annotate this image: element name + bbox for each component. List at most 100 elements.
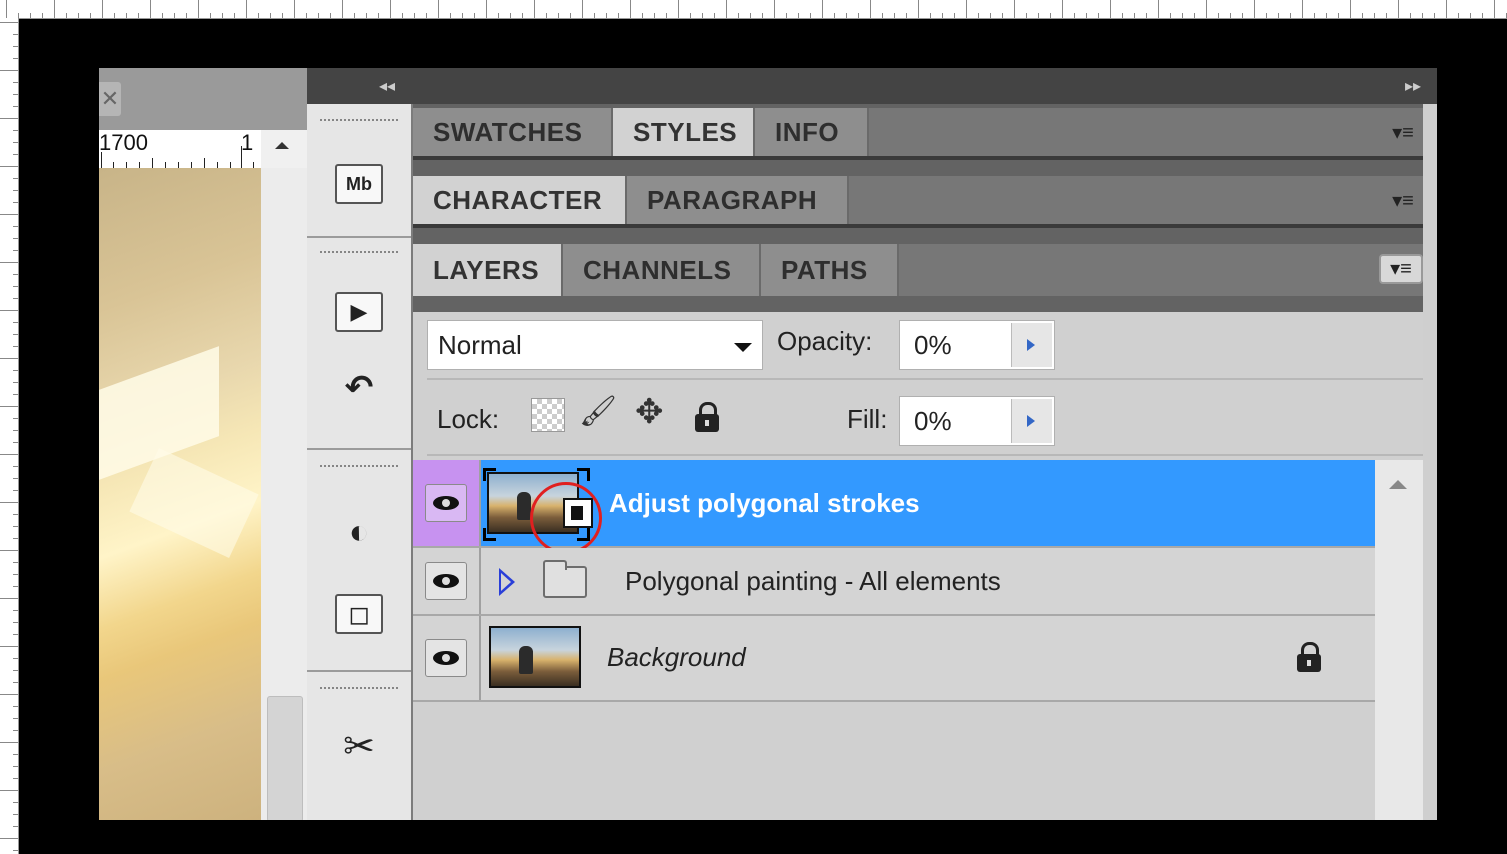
adjustments-button[interactable]: ◐	[335, 512, 383, 552]
ruler-tick	[1002, 13, 1003, 18]
ruler-tick	[786, 13, 787, 18]
ruler-tick	[13, 298, 18, 299]
mini-bridge-icon: Mb	[335, 164, 383, 204]
visibility-toggle[interactable]	[413, 616, 481, 700]
panel-menu-icon[interactable]: ▾≡	[1383, 122, 1423, 144]
vertical-scrollbar[interactable]	[261, 168, 307, 820]
tab-character[interactable]: CHARACTER	[413, 176, 627, 224]
tab-swatches[interactable]: SWATCHES	[413, 108, 613, 156]
tool-presets-button[interactable]: ✂	[335, 726, 383, 768]
ruler-tick	[13, 634, 18, 635]
ruler-tick	[13, 394, 18, 395]
ruler-tick	[474, 13, 475, 18]
mini-bridge-button[interactable]: Mb	[335, 164, 383, 204]
scroll-up-button[interactable]	[261, 130, 307, 168]
ruler-tick	[1158, 0, 1159, 18]
tab-paths[interactable]: PATHS	[761, 244, 899, 296]
lock-position-icon[interactable]: ✥	[635, 392, 664, 432]
fill-value: 0%	[914, 406, 952, 436]
ruler-tick	[1014, 0, 1015, 18]
opacity-field[interactable]: 0%	[899, 320, 1055, 370]
lock-transparent-pixels-icon[interactable]	[531, 398, 565, 432]
lock-image-pixels-icon[interactable]: 🖌	[579, 394, 617, 429]
ruler-tick	[1254, 0, 1255, 18]
opacity-slider-arrow-icon[interactable]	[1011, 323, 1052, 367]
ruler-tick	[906, 13, 907, 18]
layer-name[interactable]: Background	[607, 642, 746, 673]
tab-info[interactable]: INFO	[755, 108, 869, 156]
expand-panels-icon[interactable]: ◂◂	[379, 76, 395, 96]
ruler-tick	[642, 13, 643, 18]
visibility-toggle[interactable]	[413, 548, 481, 614]
canvas-image[interactable]	[99, 168, 261, 820]
close-icon[interactable]: ✕	[99, 82, 121, 116]
masks-button[interactable]: ◻	[335, 594, 383, 634]
ruler-tick	[1182, 13, 1183, 18]
grip-icon[interactable]	[319, 464, 399, 468]
ruler-tick	[402, 13, 403, 18]
scrollbar-thumb[interactable]	[267, 696, 303, 820]
ruler-tick	[270, 13, 271, 18]
tab-channels[interactable]: CHANNELS	[563, 244, 761, 296]
layer-name[interactable]: Polygonal painting - All elements	[625, 566, 1001, 597]
fill-field[interactable]: 0%	[899, 396, 1055, 446]
ruler-tick	[0, 502, 18, 503]
ruler-tick	[13, 622, 18, 623]
ruler-tick	[66, 13, 67, 18]
ruler-tick	[942, 13, 943, 18]
grip-icon[interactable]	[319, 686, 399, 690]
ruler-tick	[966, 0, 967, 18]
history-button[interactable]: ↶	[335, 368, 383, 408]
collapse-panels-icon[interactable]: ▸▸	[1405, 76, 1421, 96]
ruler-tick	[13, 586, 18, 587]
layers-scrollbar[interactable]	[1375, 460, 1423, 820]
actions-button[interactable]: ▶	[335, 292, 383, 332]
ruler-tick	[666, 13, 667, 18]
ruler-tick	[630, 0, 631, 18]
ruler-tick	[0, 358, 18, 359]
ruler-tick	[654, 13, 655, 18]
ruler-tick	[366, 13, 367, 18]
ruler-tick	[990, 13, 991, 18]
ruler-tick	[342, 0, 343, 18]
tab-layers[interactable]: LAYERS	[413, 244, 563, 296]
divider	[427, 454, 1423, 456]
ruler-tick	[1134, 13, 1135, 18]
ruler-tick	[1314, 13, 1315, 18]
layer-row[interactable]: Background	[413, 616, 1375, 702]
ruler-tick	[618, 13, 619, 18]
ruler-tick	[13, 778, 18, 779]
layer-name[interactable]: Adjust polygonal strokes	[609, 488, 920, 519]
panel-menu-icon[interactable]: ▾≡	[1383, 190, 1423, 212]
scroll-up-icon[interactable]	[1389, 480, 1407, 489]
lock-all-icon[interactable]	[695, 402, 719, 432]
tab-paragraph[interactable]: PARAGRAPH	[627, 176, 849, 224]
ruler-tick	[126, 13, 127, 18]
ruler-tick	[510, 13, 511, 18]
document-window: ✕ 1700 1	[99, 68, 307, 820]
panel-menu-icon[interactable]: ▾≡	[1379, 254, 1423, 284]
ruler-tick	[1398, 0, 1399, 18]
expand-triangle-icon[interactable]	[499, 568, 515, 596]
ruler-tick	[330, 13, 331, 18]
layer-row[interactable]: Polygonal painting - All elements	[413, 548, 1375, 616]
grip-icon[interactable]	[319, 118, 399, 122]
ruler-tick	[1074, 13, 1075, 18]
grip-icon[interactable]	[319, 250, 399, 254]
ruler-tick	[606, 13, 607, 18]
ruler-tick	[0, 598, 18, 599]
ruler-tick	[13, 826, 18, 827]
visibility-toggle[interactable]	[413, 460, 481, 546]
tab-styles[interactable]: STYLES	[613, 108, 755, 156]
fill-slider-arrow-icon[interactable]	[1011, 399, 1052, 443]
layer-row[interactable]: Adjust polygonal strokes	[413, 460, 1375, 554]
ruler-tick	[1494, 0, 1495, 18]
blend-mode-select[interactable]: Normal	[427, 320, 763, 370]
ruler-tick	[13, 382, 18, 383]
ruler-tick	[13, 274, 18, 275]
ruler-tick	[798, 13, 799, 18]
ruler-tick	[13, 346, 18, 347]
ruler-tick	[13, 178, 18, 179]
ruler-tick	[738, 13, 739, 18]
ruler-tick	[282, 13, 283, 18]
